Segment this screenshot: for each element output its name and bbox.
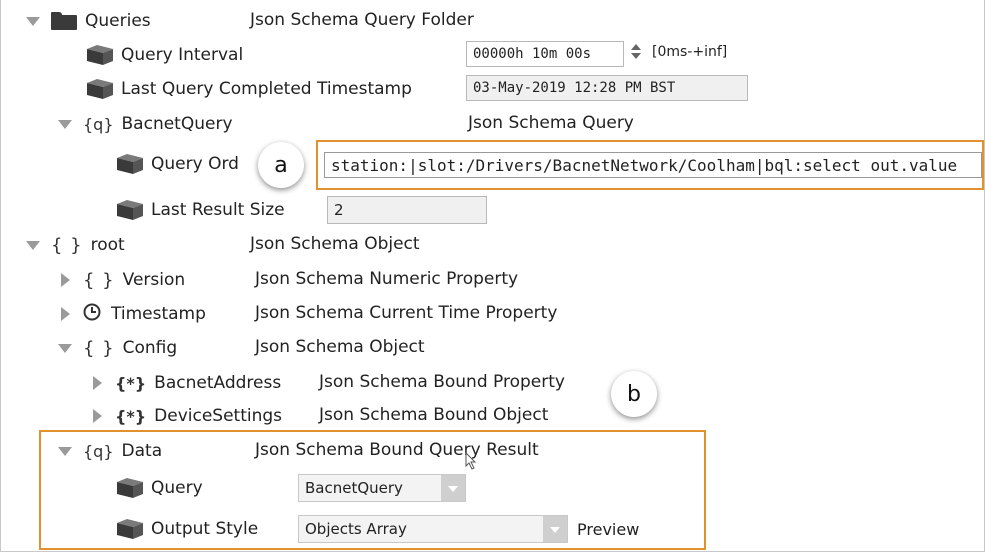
row-label: Version <box>122 270 186 290</box>
query-select[interactable]: BacnetQuery <box>298 474 466 502</box>
row-label: Queries <box>85 11 151 31</box>
row-type: Json Schema Current Time Property <box>255 303 558 323</box>
row-label: Query Interval <box>121 45 244 65</box>
slot-icon <box>117 154 143 174</box>
row-type: Json Schema Query <box>468 113 634 133</box>
object-icon: { } <box>83 269 115 291</box>
row-type: Json Schema Bound Query Result <box>255 440 539 460</box>
row-label: Output Style <box>151 519 259 539</box>
collapse-triangle-icon[interactable] <box>89 375 105 391</box>
row-label: DeviceSettings <box>154 406 283 426</box>
row-label: Config <box>122 338 178 358</box>
query-interval-field[interactable]: 00000h 10m 00s <box>466 41 624 67</box>
expand-triangle-icon[interactable] <box>25 237 41 253</box>
expand-triangle-icon[interactable] <box>57 443 73 459</box>
tree-row-version[interactable]: { } Version <box>57 265 185 295</box>
property-sheet: Queries Json Schema Query Folder Query I… <box>0 0 985 552</box>
mouse-cursor-icon <box>465 452 477 470</box>
collapse-triangle-icon[interactable] <box>57 306 73 322</box>
tree-row-root[interactable]: { } root <box>25 230 125 260</box>
prop-row-query: Query <box>117 473 203 503</box>
last-result-size-field: 2 <box>327 196 487 224</box>
prop-row-last-result-size: Last Result Size <box>117 195 285 225</box>
tree-row-timestamp[interactable]: Timestamp <box>57 299 206 329</box>
prop-row-last-query: Last Query Completed Timestamp <box>87 74 412 104</box>
row-type: Json Schema Object <box>250 234 420 254</box>
query-ord-field[interactable]: station:|slot:/Drivers/BacnetNetwork/Coo… <box>324 152 982 178</box>
interval-range: [0ms-+inf] <box>652 44 728 60</box>
prop-row-query-interval: Query Interval <box>87 40 243 70</box>
row-type: Json Schema Bound Property <box>319 372 565 392</box>
callout-b: b <box>611 371 657 417</box>
output-style-value: Objects Array <box>305 520 407 538</box>
callout-a: a <box>258 142 304 188</box>
slot-icon <box>87 79 113 99</box>
row-label: BacnetAddress <box>154 373 282 393</box>
row-type: Json Schema Bound Object <box>319 405 549 425</box>
query-icon: {q} <box>83 441 114 461</box>
query-icon: {q} <box>83 114 114 134</box>
row-label: root <box>90 235 125 255</box>
row-label: Timestamp <box>111 304 206 324</box>
last-query-field: 03-May-2019 12:28 PM BST <box>466 75 748 101</box>
tree-row-bacnetaddress[interactable]: {*} BacnetAddress <box>89 368 281 398</box>
prop-row-output-style: Output Style <box>117 514 258 544</box>
bound-property-icon: {*} <box>115 373 147 393</box>
tree-row-bacnetquery[interactable]: {q} BacnetQuery <box>57 109 233 139</box>
slot-icon <box>117 200 143 220</box>
row-label: Query Ord <box>151 154 239 174</box>
collapse-triangle-icon[interactable] <box>89 408 105 424</box>
preview-label: Preview <box>577 520 640 539</box>
slot-icon <box>87 45 113 65</box>
object-icon: { } <box>83 337 115 359</box>
spinner-icon[interactable] <box>629 44 643 64</box>
query-select-value: BacnetQuery <box>305 479 403 497</box>
object-icon: { } <box>51 234 83 256</box>
collapse-triangle-icon[interactable] <box>57 272 73 288</box>
output-style-select[interactable]: Objects Array <box>298 515 568 543</box>
row-label: Last Result Size <box>151 200 285 220</box>
row-label: Last Query Completed Timestamp <box>121 79 412 99</box>
row-label: Data <box>121 441 163 461</box>
folder-icon <box>51 12 77 30</box>
tree-row-config[interactable]: { } Config <box>57 333 177 363</box>
row-type: Json Schema Object <box>255 337 425 357</box>
expand-triangle-icon[interactable] <box>57 116 73 132</box>
row-type: Json Schema Numeric Property <box>255 269 519 289</box>
row-label: Query <box>151 478 203 498</box>
clock-icon <box>83 303 101 326</box>
slot-icon <box>117 478 143 498</box>
expand-triangle-icon[interactable] <box>57 340 73 356</box>
row-label: BacnetQuery <box>121 114 233 134</box>
chevron-down-icon[interactable] <box>441 475 465 501</box>
tree-row-data[interactable]: {q} Data <box>57 436 162 466</box>
expand-triangle-icon[interactable] <box>25 13 41 29</box>
prop-row-query-ord: Query Ord <box>117 149 239 179</box>
bound-object-icon: {*} <box>115 406 147 426</box>
row-type: Json Schema Query Folder <box>250 10 474 30</box>
tree-row-devicesettings[interactable]: {*} DeviceSettings <box>89 401 282 431</box>
chevron-down-icon[interactable] <box>543 516 567 542</box>
tree-row-queries[interactable]: Queries <box>25 6 151 36</box>
slot-icon <box>117 519 143 539</box>
